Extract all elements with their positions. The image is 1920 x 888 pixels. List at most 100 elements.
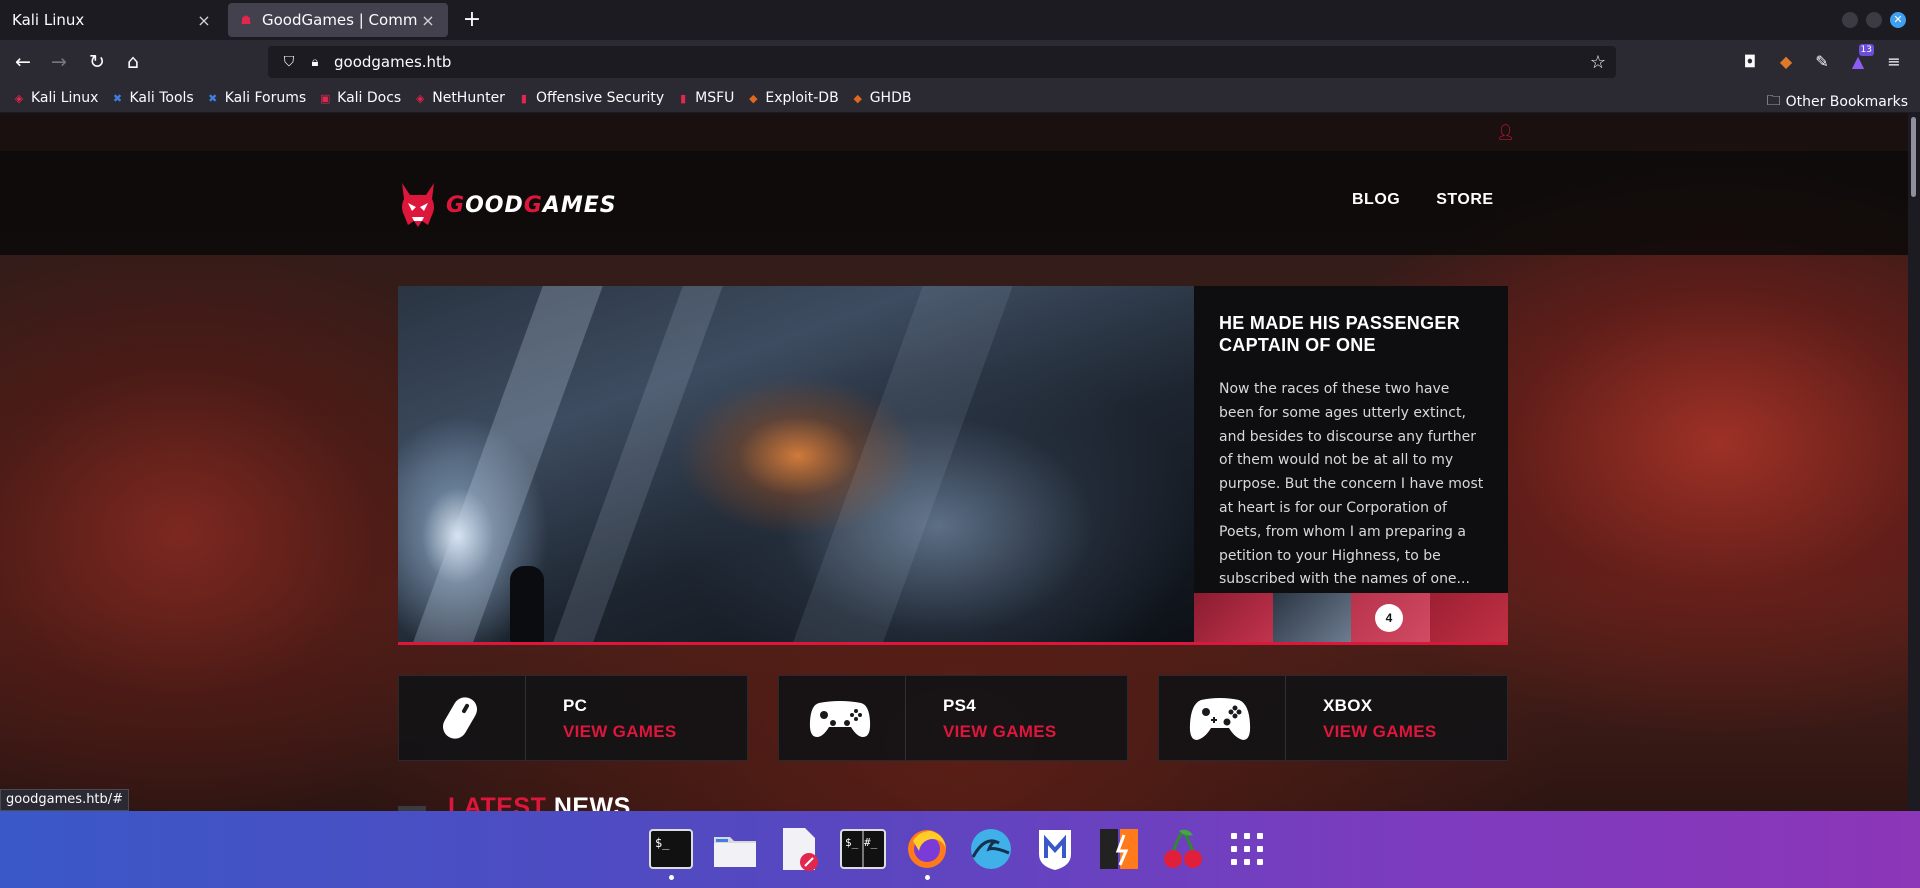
burpsuite-icon[interactable]	[1095, 825, 1143, 873]
bookmark-exploit-db[interactable]: ◆ Exploit-DB	[746, 90, 839, 106]
terminal-icon[interactable]: $_	[647, 825, 695, 873]
url-bar[interactable]: ⛉ 🔒︎ goodgames.htb ☆	[268, 46, 1616, 78]
bookmark-nethunter[interactable]: ◈ NetHunter	[413, 90, 505, 106]
category-title: PC	[563, 696, 588, 715]
minimize-button[interactable]	[1842, 12, 1858, 28]
slider-thumb-1[interactable]	[1194, 593, 1273, 642]
bookmark-label: Kali Linux	[31, 90, 99, 106]
bookmark-kali-forums[interactable]: ✖ Kali Forums	[206, 90, 306, 106]
bookmark-label: Exploit-DB	[765, 90, 839, 106]
exploit-db-icon: ◆	[749, 91, 758, 105]
bookmark-offensive-security[interactable]: ▮ Offensive Security	[517, 90, 664, 106]
navigation-toolbar: ← → ↻ ⌂ ⛉ 🔒︎ goodgames.htb ☆ ◘ ◆ ✎ ▲ 13 …	[0, 40, 1920, 84]
taskbar-dock: $_ $_ #_	[0, 811, 1920, 888]
window-close-button[interactable]: ✕	[1890, 12, 1906, 28]
slider-thumbnails: 4	[1194, 593, 1508, 642]
category-ps4[interactable]: PS4 VIEW GAMES	[778, 675, 1128, 761]
tab-label: Kali Linux	[12, 11, 85, 29]
slide-title[interactable]: HE MADE HIS PASSENGER CAPTAIN OF ONE	[1219, 312, 1484, 356]
back-arrow-icon[interactable]: ←	[8, 48, 38, 76]
folder-icon: 🗀︎	[1766, 93, 1781, 109]
app-grid-icon[interactable]	[1223, 825, 1271, 873]
scrollbar-thumb[interactable]	[1911, 117, 1916, 197]
pocket-icon[interactable]: ◘	[1738, 50, 1762, 74]
latest-news-heading: LATEST NEWS	[448, 793, 631, 811]
nav-blog-link[interactable]: BLOG	[1352, 191, 1400, 209]
bookmark-label: Offensive Security	[535, 90, 665, 106]
running-indicator	[925, 875, 930, 880]
maximize-button[interactable]	[1866, 12, 1882, 28]
tracking-protection-shield-icon[interactable]: ⛉	[274, 54, 304, 70]
tab-goodgames[interactable]: ☗ GoodGames | Community ×	[228, 3, 448, 37]
files-icon[interactable]	[711, 825, 759, 873]
menu-hamburger-icon[interactable]: ≡	[1882, 50, 1906, 74]
wappalyzer-icon[interactable]: ✎	[1810, 50, 1834, 74]
view-games-link[interactable]: VIEW GAMES	[943, 722, 1057, 742]
page-scrollbar[interactable]	[1908, 113, 1920, 811]
slide-text: Now the races of these two have been for…	[1219, 381, 1484, 588]
other-bookmarks[interactable]: 🗀︎ Other Bookmarks	[1767, 90, 1908, 114]
nethunter-icon: ◈	[416, 91, 425, 105]
view-games-link[interactable]: VIEW GAMES	[1323, 722, 1437, 742]
featured-slider: HE MADE HIS PASSENGER CAPTAIN OF ONE Now…	[398, 286, 1508, 645]
main-nav: BLOG STORE	[1352, 191, 1494, 209]
slide-image[interactable]	[398, 286, 1194, 642]
bookmark-label: GHDB	[869, 90, 912, 106]
light-beam	[793, 286, 1013, 642]
slider-thumb-4[interactable]	[1429, 593, 1508, 642]
category-pc[interactable]: PC VIEW GAMES	[398, 675, 748, 761]
extension-icon[interactable]: ▲ 13	[1846, 44, 1874, 74]
bookmark-msfu[interactable]: ▮ MSFU	[676, 90, 734, 106]
tab-label: GoodGames | Community	[262, 11, 418, 29]
slide-counter: 4	[1375, 604, 1403, 632]
category-xbox[interactable]: XBOX VIEW GAMES	[1158, 675, 1508, 761]
firefox-icon[interactable]	[903, 825, 951, 873]
bookmark-ghdb[interactable]: ◆ GHDB	[851, 90, 912, 106]
lock-icon[interactable]: 🔒︎	[304, 55, 326, 70]
bookmark-kali-linux[interactable]: ◈ Kali Linux	[12, 90, 99, 106]
slider-thumb-2[interactable]	[1272, 593, 1351, 642]
status-url: goodgames.htb/#	[0, 789, 130, 811]
mouse-icon	[425, 694, 495, 744]
home-icon[interactable]: ⌂	[118, 48, 148, 76]
user-icon[interactable]: 👤︎	[1496, 123, 1515, 141]
wireshark-icon[interactable]	[967, 825, 1015, 873]
new-tab-button[interactable]: +	[458, 6, 486, 34]
page-viewport: 👤︎ GOODGAMES BLOG STORE HE MADE HIS PASS…	[0, 113, 1908, 811]
category-divider	[525, 676, 526, 760]
kali-icon: ◈	[14, 91, 24, 105]
window-controls: ✕	[1842, 12, 1906, 28]
foxyproxy-icon[interactable]: ◆	[1774, 50, 1798, 74]
svg-text:#_: #_	[864, 836, 878, 849]
bookmark-kali-tools[interactable]: ✖ Kali Tools	[110, 90, 194, 106]
bookmark-label: Kali Docs	[337, 90, 402, 106]
category-divider	[1285, 676, 1286, 760]
silhouette-figure	[510, 566, 544, 642]
root-terminal-icon[interactable]: $_ #_	[839, 825, 887, 873]
kali-forums-icon: ✖	[208, 91, 218, 105]
svg-text:$_: $_	[845, 836, 859, 849]
ps4-gamepad-icon	[805, 694, 875, 744]
slide-caption: HE MADE HIS PASSENGER CAPTAIN OF ONE Now…	[1194, 286, 1508, 593]
view-games-link[interactable]: VIEW GAMES	[563, 722, 677, 742]
metasploit-icon[interactable]	[1031, 825, 1079, 873]
tab-kali-linux[interactable]: Kali Linux ×	[2, 3, 224, 37]
site-logo[interactable]: GOODGAMES	[398, 181, 617, 229]
slider-thumb-3[interactable]: 4	[1351, 593, 1430, 642]
other-bookmarks-label: Other Bookmarks	[1785, 94, 1908, 110]
xbox-gamepad-icon	[1185, 694, 1255, 744]
bookmark-label: MSFU	[695, 90, 735, 106]
kali-docs-icon: ▣	[319, 91, 331, 105]
bookmark-star-icon[interactable]: ☆	[1580, 52, 1616, 73]
url-text[interactable]: goodgames.htb	[334, 53, 1580, 71]
tab-close-button[interactable]: ×	[418, 11, 438, 30]
forward-arrow-icon[interactable]: →	[44, 48, 74, 76]
text-editor-icon[interactable]	[775, 825, 823, 873]
category-title: PS4	[943, 696, 977, 715]
cherrytree-icon[interactable]	[1159, 825, 1207, 873]
tab-close-button[interactable]: ×	[194, 11, 214, 30]
goodgames-favicon-icon: ☗	[240, 13, 252, 27]
bookmark-kali-docs[interactable]: ▣ Kali Docs	[318, 90, 401, 106]
nav-store-link[interactable]: STORE	[1436, 191, 1493, 209]
reload-icon[interactable]: ↻	[82, 48, 112, 76]
